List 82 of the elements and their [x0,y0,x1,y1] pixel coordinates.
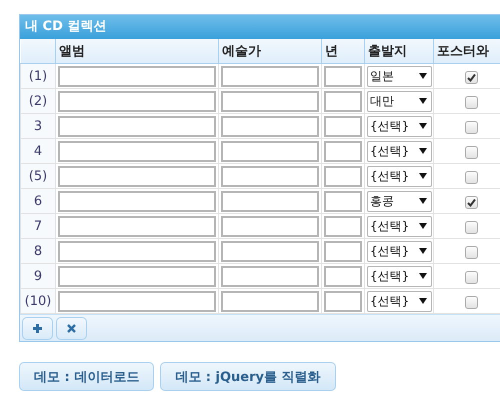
row-number: (1) [20,64,56,88]
year-field[interactable] [324,190,362,212]
row-number: (5) [20,164,56,188]
poster-checkbox[interactable] [465,120,478,134]
demo-button[interactable]: 데모 : jQuery를 직렬화 [160,362,336,391]
caret-icon [419,98,427,104]
poster-checkbox[interactable] [465,196,478,209]
poster-checkbox[interactable] [465,246,478,259]
origin-dropdown[interactable]: {선택} [367,240,432,262]
poster-checkbox[interactable] [465,70,478,84]
album-field[interactable] [58,116,216,136]
album-field[interactable] [58,266,216,286]
origin-dropdown[interactable]: {선택} [367,266,432,286]
year-field[interactable] [324,240,362,262]
album-field[interactable] [58,66,216,86]
column-header: 출발지 [364,39,434,64]
artist-field[interactable] [221,166,319,186]
caret-icon [419,173,427,179]
album-field[interactable] [58,140,216,162]
column-header: 예술가 [218,39,322,64]
origin-dropdown[interactable]: {선택} [367,140,432,162]
artist-field[interactable] [221,216,319,236]
album-field[interactable] [58,290,216,312]
artist-field[interactable] [221,266,319,286]
caret-icon [419,73,427,79]
origin-dropdown[interactable]: 홍콩 [367,190,432,212]
origin-dropdown[interactable]: {선택} [367,216,432,236]
row-number: 3 [20,114,56,138]
poster-checkbox[interactable] [465,220,478,234]
plus-icon [33,324,42,332]
year-field[interactable] [324,290,362,312]
close-icon [67,324,76,332]
poster-checkbox[interactable] [465,270,478,284]
row-number: 4 [20,138,56,164]
caret-icon [419,298,427,304]
origin-dropdown[interactable]: {선택} [367,290,432,312]
album-field[interactable] [58,240,216,262]
artist-field[interactable] [221,116,319,136]
delete-button[interactable] [56,316,87,340]
column-header: 앨범 [56,39,218,64]
caret-icon [419,273,427,279]
demo-button[interactable]: 데모 : 데이터로드 [19,362,154,391]
artist-field[interactable] [221,290,319,312]
year-field[interactable] [324,90,362,112]
artist-field[interactable] [221,190,319,212]
year-field[interactable] [324,140,362,162]
album-field[interactable] [58,190,216,212]
add-button[interactable] [22,316,53,340]
origin-dropdown[interactable]: {선택} [367,116,432,136]
album-field[interactable] [58,166,216,186]
artist-field[interactable] [221,90,319,112]
origin-dropdown[interactable]: {선택} [367,166,432,186]
row-number: (2) [20,88,56,114]
artist-field[interactable] [221,240,319,262]
caret-icon [419,248,427,254]
poster-checkbox[interactable] [465,96,478,109]
year-field[interactable] [324,116,362,136]
year-field[interactable] [324,216,362,236]
column-header: 포스터와 [434,39,500,64]
poster-checkbox[interactable] [465,146,478,159]
year-field[interactable] [324,266,362,286]
row-number: 8 [20,238,56,264]
album-field[interactable] [58,216,216,236]
column-header: 년 [322,39,364,64]
row-number: 7 [20,214,56,238]
artist-field[interactable] [221,140,319,162]
origin-dropdown[interactable]: 대만 [367,90,432,112]
row-number: (10) [20,288,56,314]
origin-dropdown[interactable]: 일본 [367,66,432,86]
caret-icon [419,198,427,204]
album-field[interactable] [58,90,216,112]
panel-title: 내 CD 컬렉션 [20,15,500,39]
caret-icon [419,148,427,154]
caret-icon [419,223,427,229]
caret-icon [419,123,427,129]
artist-field[interactable] [221,66,319,86]
poster-checkbox[interactable] [465,170,478,184]
year-field[interactable] [324,166,362,186]
row-number: 6 [20,188,56,214]
row-number: 9 [20,264,56,288]
year-field[interactable] [324,66,362,86]
poster-checkbox[interactable] [465,296,478,309]
